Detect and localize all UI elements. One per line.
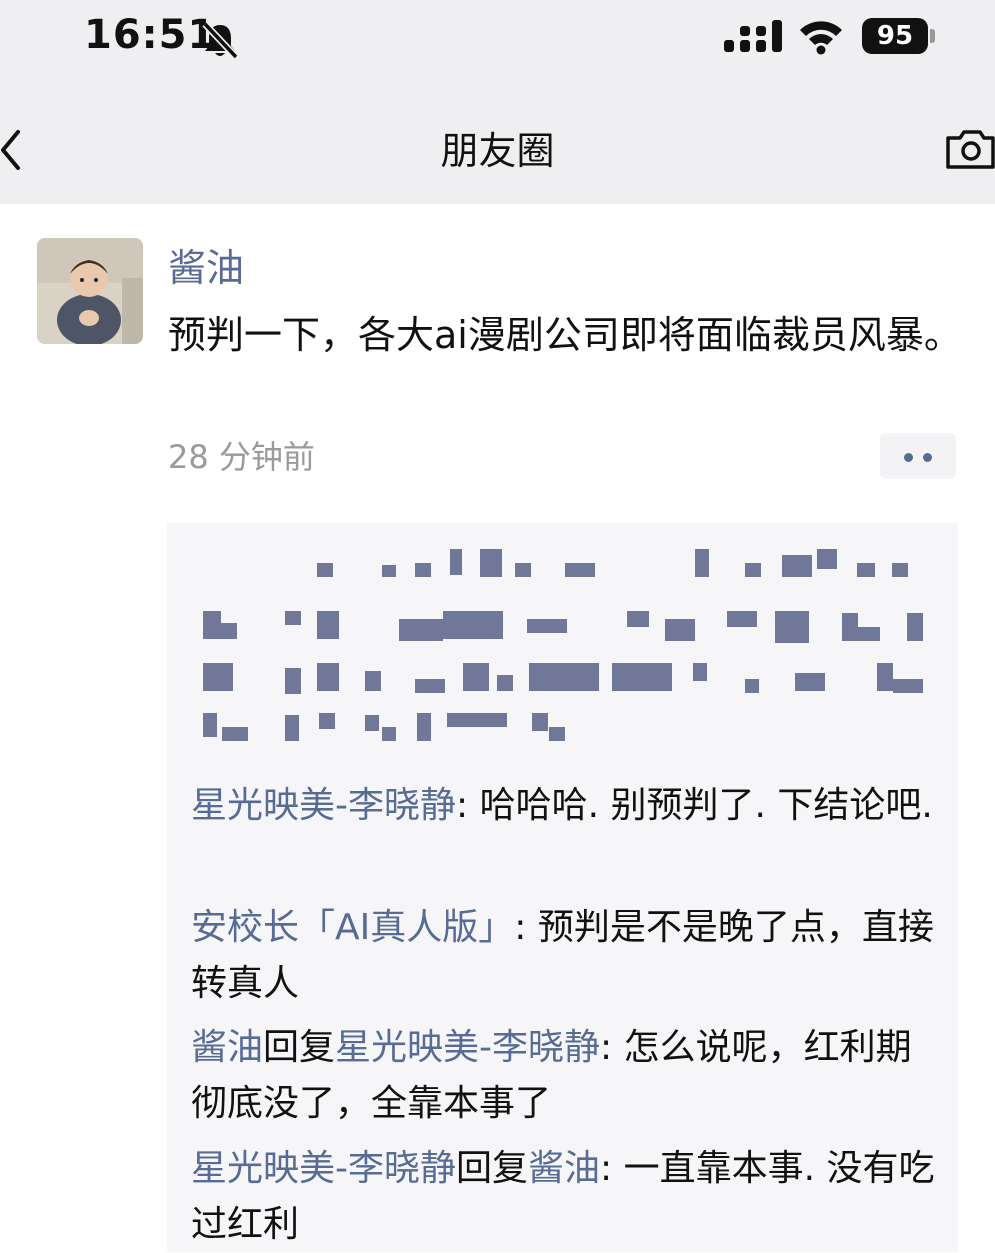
wifi-icon (800, 21, 842, 55)
dot-icon (904, 453, 913, 462)
comment-item[interactable]: 安校长「AI真人版」: 预判是不是晚了点，直接转真人 (191, 900, 941, 1012)
reply-word: 回复 (456, 1148, 529, 1189)
cellular-signal-icon (724, 20, 782, 52)
status-time: 16:51 (84, 12, 217, 58)
battery-indicator: 95 (862, 16, 936, 56)
bell-muted-icon (202, 21, 239, 60)
reply-target-name[interactable]: 酱油 (528, 1148, 600, 1189)
reply-target-name[interactable]: 星光映美-李晓静 (335, 1027, 600, 1068)
reply-word: 回复 (263, 1027, 336, 1068)
commenter-name[interactable]: 星光映美-李晓静 (191, 1148, 456, 1189)
author-avatar[interactable] (37, 238, 143, 344)
comment-item[interactable]: 酱油回复星光映美-李晓静: 怎么说呢，红利期彻底没了，全靠本事了 (191, 1020, 941, 1132)
avatar-photo (37, 238, 143, 344)
commenter-name[interactable]: 安校长「AI真人版」 (191, 907, 514, 948)
battery-level: 95 (862, 18, 928, 54)
commenter-name[interactable]: 星光映美-李晓静 (191, 785, 456, 826)
post-text: 预判一下，各大ai漫剧公司即将面临裁员风暴。 (168, 313, 962, 357)
comments-section: 星光映美-李晓静: 哈哈哈. 别预判了. 下结论吧. 安校长「AI真人版」: 预… (167, 523, 958, 1252)
dot-icon (923, 453, 932, 462)
page-title: 朋友圈 (440, 129, 555, 173)
comment-item[interactable]: 星光映美-李晓静回复酱油: 一直靠本事. 没有吃过红利 (191, 1141, 941, 1253)
comment-text: : 哈哈哈. 别预判了. 下结论吧. (456, 785, 933, 826)
commenter-name[interactable]: 酱油 (191, 1027, 263, 1068)
camera-icon[interactable] (944, 128, 995, 170)
battery-nub (930, 29, 935, 43)
post-time: 28 分钟前 (168, 438, 315, 476)
post-author-name[interactable]: 酱油 (168, 245, 244, 291)
top-bar: 16:51 95 朋友圈 (0, 0, 995, 204)
more-options-button[interactable] (880, 433, 956, 479)
mosaic-redacted-likes (203, 549, 923, 741)
comment-item[interactable]: 星光映美-李晓静: 哈哈哈. 别预判了. 下结论吧. (191, 778, 941, 834)
